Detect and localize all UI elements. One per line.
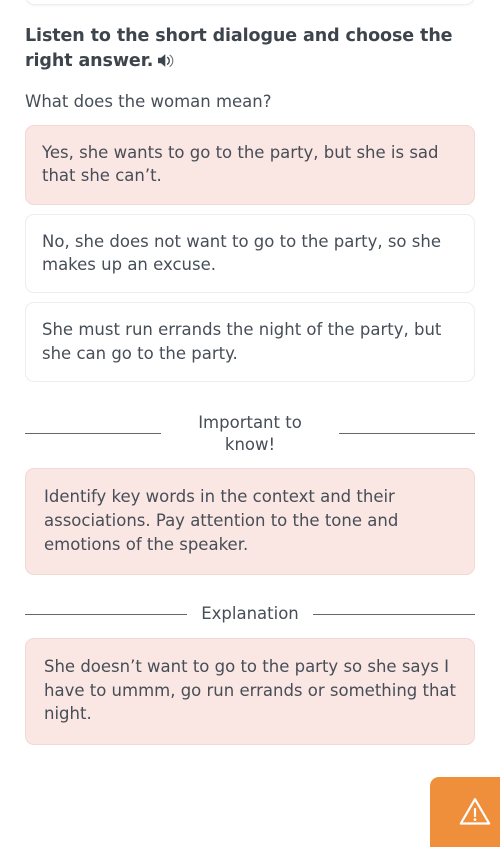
explanation-divider-line-left [25,613,188,615]
prompt-title-text: Listen to the short dialogue and choose … [25,26,453,71]
explanation-box: She doesn’t want to go to the party so s… [25,637,475,746]
report-problem-button[interactable] [430,777,500,847]
answer-option-3[interactable]: She must run errands the night of the pa… [25,302,475,383]
explanation-divider-line-right [312,613,476,615]
explanation-divider: Explanation [25,603,476,624]
answer-option-2-label: No, she does not want to go to the party… [42,231,441,275]
answer-option-2[interactable]: No, she does not want to go to the party… [25,213,475,294]
speaker-icon[interactable] [156,52,175,77]
divider-line-right [339,433,475,435]
important-to-know-label: Important to know! [198,413,302,454]
explanation-label: Explanation [201,604,299,624]
explanation-box-text: She doesn’t want to go to the party so s… [44,656,457,724]
warning-triangle-icon [458,795,492,829]
divider-line-left [25,433,161,435]
question-text: What does the woman mean? [25,91,272,111]
exercise-panel: Listen to the short dialogue and choose … [0,0,500,746]
answer-options-list: Yes, she wants to go to the party, but s… [25,124,475,383]
important-to-know-divider: Important to know! [25,412,475,455]
tip-box-text: Identify key words in the context and th… [44,487,399,554]
tip-box: Identify key words in the context and th… [25,468,475,576]
answer-option-1-label: Yes, she wants to go to the party, but s… [42,142,439,186]
answer-option-1[interactable]: Yes, she wants to go to the party, but s… [25,124,475,205]
answer-option-3-label: She must run errands the night of the pa… [42,320,442,363]
page-title: Listen to the short dialogue and choose … [25,24,475,77]
